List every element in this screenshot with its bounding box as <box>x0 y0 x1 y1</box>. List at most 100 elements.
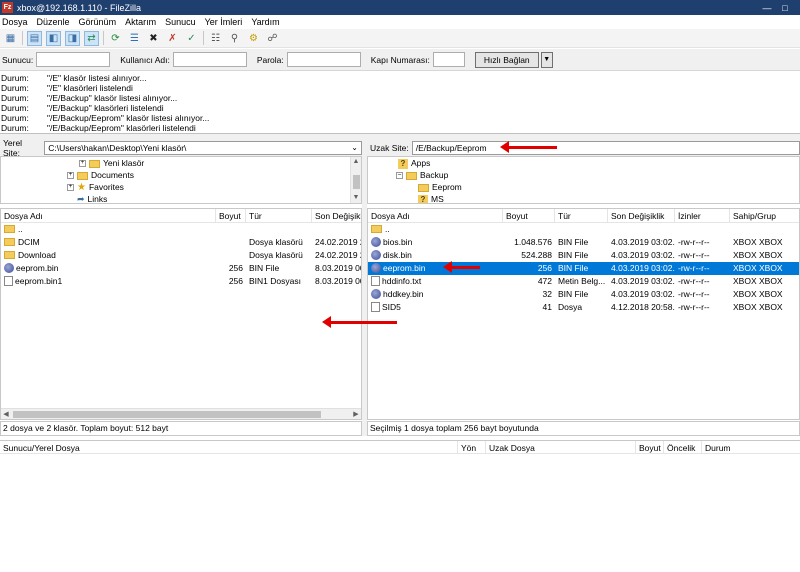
column-size[interactable]: Boyut <box>636 441 664 455</box>
username-label: Kullanıcı Adı: <box>120 54 170 65</box>
column-remote-file[interactable]: Uzak Dosya <box>486 441 636 455</box>
minimize-icon[interactable]: — <box>760 0 774 15</box>
column-type[interactable]: Tür <box>555 209 608 223</box>
quickconnect-dropdown-icon[interactable]: ▼ <box>540 51 553 68</box>
find-files-icon[interactable]: ☍ <box>265 31 280 46</box>
table-row[interactable]: .. <box>368 223 799 236</box>
column-modified[interactable]: Son Değişikli <box>312 209 361 223</box>
column-size[interactable]: Boyut <box>216 209 246 223</box>
column-filename[interactable]: Dosya Adı <box>368 209 503 223</box>
refresh-icon[interactable]: ⟳ <box>108 31 123 46</box>
expand-icon[interactable]: + <box>67 184 74 191</box>
scroll-down-icon[interactable]: ▼ <box>351 193 361 203</box>
tree-node-yeni-klasor[interactable]: + Yeni klasör <box>79 158 144 169</box>
table-row[interactable]: eeprom.bin 256 BIN File 8.03.2019 00: <box>1 262 361 275</box>
table-row-selected[interactable]: eeprom.bin 256 BIN File 4.03.2019 03:02.… <box>368 262 799 275</box>
table-row[interactable]: bios.bin 1.048.576 BIN File 4.03.2019 03… <box>368 236 799 249</box>
toggle-local-tree-icon[interactable]: ◧ <box>46 30 61 46</box>
column-modified[interactable]: Son Değişiklik <box>608 209 675 223</box>
compare-icon[interactable]: ⚙ <box>246 31 261 46</box>
menu-bookmarks[interactable]: Yer İmleri <box>205 17 243 27</box>
chevron-down-icon[interactable]: ⌄ <box>351 142 358 154</box>
column-owner[interactable]: Sahip/Grup <box>730 209 799 223</box>
tree-node-ms[interactable]: ? MS <box>418 194 444 203</box>
scroll-left-icon[interactable]: ◀ <box>1 409 11 419</box>
tree-node-eeprom[interactable]: Eeprom <box>418 182 462 193</box>
tree-node-backup[interactable]: – Backup <box>396 170 448 181</box>
text-file-icon <box>371 276 380 286</box>
toggle-queue-icon[interactable]: ⇄ <box>84 30 99 46</box>
local-file-list[interactable]: Dosya Adı Boyut Tür Son Değişikli .. DCI… <box>0 208 362 420</box>
collapse-icon[interactable]: – <box>396 172 403 179</box>
log-message: "/E" klasörleri listelendi <box>47 83 133 93</box>
table-row[interactable]: SID5 41 Dosya 4.12.2018 20:58... -rw-r--… <box>368 301 799 314</box>
toolbar-separator <box>103 31 104 45</box>
remote-path-input[interactable]: /E/Backup/Eeprom <box>411 141 800 155</box>
port-input[interactable] <box>432 52 465 67</box>
tree-node-documents[interactable]: + Documents <box>67 170 134 181</box>
scroll-right-icon[interactable]: ▶ <box>351 409 361 419</box>
scroll-up-icon[interactable]: ▲ <box>351 157 361 167</box>
local-list-hscrollbar[interactable]: ◀ ▶ <box>1 408 361 419</box>
table-row[interactable]: eeprom.bin1 256 BIN1 Dosyası 8.03.2019 0… <box>1 275 361 288</box>
scrollbar-thumb[interactable] <box>13 411 321 418</box>
log-tag: Durum: <box>1 103 29 113</box>
column-filename[interactable]: Dosya Adı <box>1 209 216 223</box>
menu-transfer[interactable]: Aktarım <box>125 17 156 27</box>
quickconnect-button[interactable]: Hızlı Bağlan <box>474 51 539 68</box>
username-input[interactable] <box>172 52 247 67</box>
remote-directory-tree[interactable]: ? Apps – Backup Eeprom ? MS <box>367 156 800 204</box>
process-queue-icon[interactable]: ☰ <box>127 31 142 46</box>
column-priority[interactable]: Öncelik <box>664 441 702 455</box>
table-row[interactable]: disk.bin 524.288 BIN File 4.03.2019 03:0… <box>368 249 799 262</box>
local-directory-tree[interactable]: + Yeni klasör + Documents + ★ Favorites … <box>0 156 362 204</box>
reconnect-icon[interactable]: ✓ <box>184 31 199 46</box>
maximize-icon[interactable]: □ <box>778 0 792 15</box>
column-local-file[interactable]: Sunucu/Yerel Dosya <box>0 441 458 455</box>
column-permissions[interactable]: İzinler <box>675 209 730 223</box>
tree-node-links[interactable]: ➦ Links <box>67 194 107 203</box>
file-owner: XBOX XBOX <box>733 237 783 247</box>
password-input[interactable] <box>286 52 361 67</box>
toggle-remote-tree-icon[interactable]: ◨ <box>65 30 80 46</box>
menu-help[interactable]: Yardım <box>251 17 279 27</box>
site-manager-icon[interactable]: ▦ <box>3 31 18 46</box>
scrollbar-thumb[interactable] <box>353 175 360 189</box>
local-path-input[interactable]: C:\Users\hakan\Desktop\Yeni klasör\ ⌄ <box>44 141 362 155</box>
menu-file[interactable]: Dosya <box>2 17 28 27</box>
menu-edit[interactable]: Düzenle <box>37 17 70 27</box>
table-row[interactable]: DCIM Dosya klasörü 24.02.2019 22 <box>1 236 361 249</box>
message-log[interactable]: Durum: "/E" klasör listesi alınıyor... Du… <box>0 72 800 134</box>
filezilla-app-icon: Fz <box>2 2 13 13</box>
transfer-queue[interactable] <box>0 454 800 572</box>
menu-server[interactable]: Sunucu <box>165 17 196 27</box>
cancel-icon[interactable]: ✖ <box>146 31 161 46</box>
tree-node-favorites[interactable]: + ★ Favorites <box>67 182 124 193</box>
filter-icon[interactable]: ☷ <box>208 31 223 46</box>
menu-view[interactable]: Görünüm <box>79 17 117 27</box>
file-owner: XBOX XBOX <box>733 276 783 286</box>
column-size[interactable]: Boyut <box>503 209 555 223</box>
search-icon[interactable]: ⚲ <box>227 31 242 46</box>
table-row[interactable]: Download Dosya klasörü 24.02.2019 22 <box>1 249 361 262</box>
column-status[interactable]: Durum <box>702 441 800 455</box>
table-row[interactable]: .. <box>1 223 361 236</box>
table-row[interactable]: hddkey.bin 32 BIN File 4.03.2019 03:02..… <box>368 288 799 301</box>
file-modified: 8.03.2019 00: <box>315 276 362 286</box>
table-row[interactable]: hddinfo.txt 472 Metin Belg... 4.03.2019 … <box>368 275 799 288</box>
column-direction[interactable]: Yön <box>458 441 486 455</box>
tree-node-apps[interactable]: ? Apps <box>398 158 430 169</box>
disconnect-icon[interactable]: ✗ <box>165 31 180 46</box>
expand-icon[interactable]: + <box>67 172 74 179</box>
toggle-log-icon[interactable]: ▤ <box>27 30 42 46</box>
file-modified: 4.03.2019 03:02... <box>611 250 675 260</box>
title-bar: Fz xbox@192.168.1.110 - FileZilla — □ <box>0 0 800 15</box>
column-type[interactable]: Tür <box>246 209 312 223</box>
local-tree-scrollbar[interactable]: ▲ ▼ <box>350 157 361 203</box>
expand-icon[interactable]: + <box>79 160 86 167</box>
file-name: bios.bin <box>383 237 413 247</box>
remote-file-list[interactable]: Dosya Adı Boyut Tür Son Değişiklik İzinl… <box>367 208 800 420</box>
remote-path-text: /E/Backup/Eeprom <box>415 143 487 153</box>
bin-file-icon <box>371 263 381 273</box>
host-input[interactable] <box>36 52 111 67</box>
